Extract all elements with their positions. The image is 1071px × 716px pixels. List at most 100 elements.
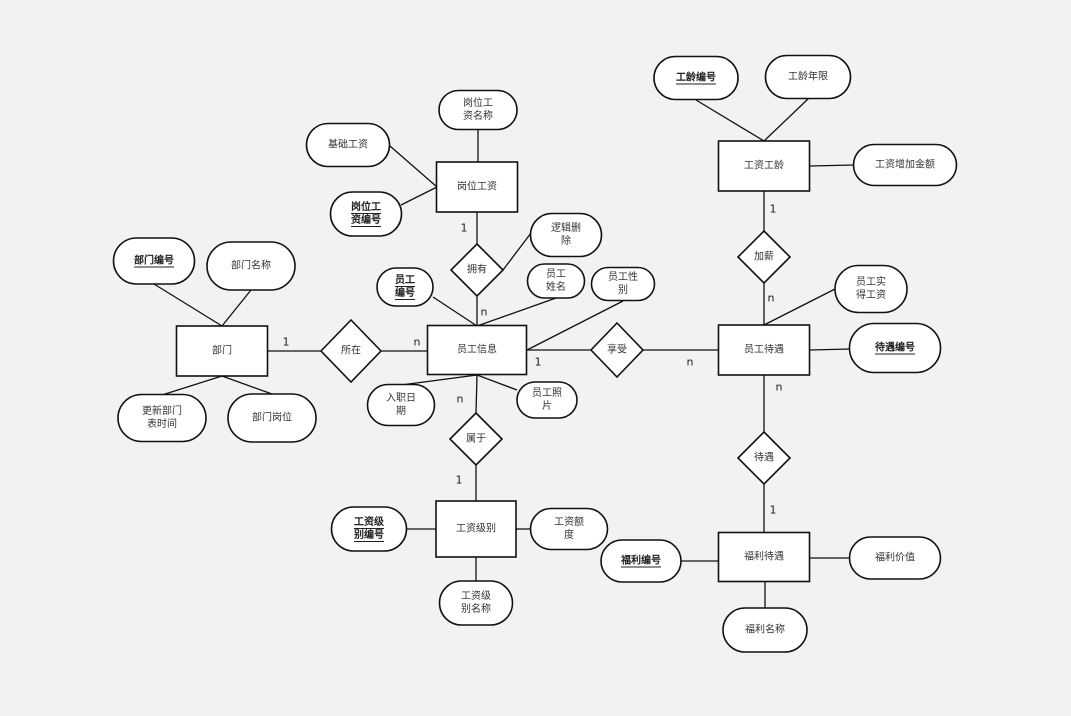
node-label: 工资级 <box>461 590 491 602</box>
connector-line <box>809 164 855 167</box>
connector-line <box>389 145 438 188</box>
node-label: 别名称 <box>461 602 491 615</box>
attribute-a17[interactable]: 员工实得工资 <box>834 264 908 314</box>
node-label: 更新部门 <box>142 404 182 417</box>
node-label: 除 <box>561 234 571 247</box>
attribute-a12[interactable]: 入职日期 <box>366 383 436 427</box>
attribute-a5[interactable]: 岗位工资名称 <box>438 89 518 131</box>
node-label: 工龄年限 <box>788 70 828 83</box>
attribute-pill <box>376 267 434 307</box>
attribute-a4[interactable]: 部门岗位 <box>227 393 317 443</box>
relationship-r_in[interactable]: 所在 <box>319 318 383 384</box>
connector-line <box>161 375 223 396</box>
cardinality-label: n <box>768 292 775 305</box>
node-label: 部门岗位 <box>252 411 292 424</box>
attribute-pill <box>329 191 403 237</box>
cardinality-label: 1 <box>283 336 290 349</box>
attribute-a10[interactable]: 员工姓名 <box>526 263 586 299</box>
attribute-pill <box>438 580 514 626</box>
relationship-r_belong[interactable]: 属于 <box>448 411 504 467</box>
attribute-pill <box>366 383 436 427</box>
attribute-pill <box>529 507 609 551</box>
connector-line <box>400 374 478 386</box>
node-label: 员工性 <box>608 270 638 283</box>
node-label: 部门编号 <box>134 254 174 267</box>
node-label: 工资增加金额 <box>875 158 935 171</box>
node-label: 员工实 <box>856 275 886 288</box>
node-label: 福利价值 <box>875 551 915 564</box>
attribute-a16[interactable]: 工资增加金额 <box>852 143 958 187</box>
node-label: 员工 <box>395 274 415 286</box>
attribute-a23[interactable]: 福利价值 <box>848 536 942 580</box>
relationship-r_has[interactable]: 拥有 <box>449 242 505 298</box>
connector-line <box>153 283 223 327</box>
connector-line <box>221 289 252 327</box>
node-label: 工资工龄 <box>744 159 784 172</box>
connector-line <box>763 288 836 326</box>
attribute-a9[interactable]: 员工编号 <box>376 267 434 307</box>
attribute-a3[interactable]: 更新部门表时间 <box>117 393 207 443</box>
node-label: 工资级别 <box>456 523 496 535</box>
attribute-a24[interactable]: 福利名称 <box>722 607 808 653</box>
entity-treat[interactable]: 员工待遇 <box>717 324 811 376</box>
node-label: 福利待遇 <box>744 550 784 563</box>
connector-line <box>221 375 273 395</box>
node-label: 表时间 <box>147 417 177 430</box>
node-label: 工资额 <box>554 515 584 528</box>
entity-welfare[interactable]: 福利待遇 <box>717 531 811 583</box>
attribute-a8[interactable]: 逻辑删除 <box>529 212 603 258</box>
node-label: 待遇 <box>754 451 774 464</box>
connector-line <box>476 374 518 391</box>
node-label: 资编号 <box>351 213 381 226</box>
entity-level[interactable]: 工资级别 <box>435 500 517 558</box>
attribute-a18[interactable]: 待遇编号 <box>848 322 942 374</box>
node-label: 享受 <box>607 343 627 356</box>
entity-postpay[interactable]: 岗位工资 <box>435 161 519 213</box>
relationship-r_raise[interactable]: 加薪 <box>736 229 792 285</box>
attribute-pill <box>330 506 408 552</box>
attribute-a15[interactable]: 工龄年限 <box>764 54 852 100</box>
node-label: 姓名 <box>546 280 566 293</box>
attribute-a22[interactable]: 福利编号 <box>600 539 682 583</box>
relationship-r_enjoy[interactable]: 享受 <box>589 321 645 379</box>
node-label: 所在 <box>341 345 361 357</box>
node-label: 得工资 <box>856 289 886 301</box>
attribute-a19[interactable]: 工资级别编号 <box>330 506 408 552</box>
node-label: 福利名称 <box>745 623 785 636</box>
node-label: 员工待遇 <box>744 343 784 356</box>
connector-line <box>763 98 809 142</box>
node-label: 工龄编号 <box>676 71 716 84</box>
attribute-a20[interactable]: 工资额度 <box>529 507 609 551</box>
node-label: 资名称 <box>463 109 493 122</box>
attribute-a1[interactable]: 部门编号 <box>112 237 196 285</box>
attribute-a2[interactable]: 部门名称 <box>206 241 296 291</box>
cardinality-label: n <box>687 356 694 369</box>
entity-dept[interactable]: 部门 <box>175 325 269 377</box>
entity-seniority[interactable]: 工资工龄 <box>717 140 811 192</box>
node-label: 度 <box>564 528 574 541</box>
node-label: 逻辑删 <box>551 221 581 234</box>
entity-emp[interactable]: 员工信息 <box>426 324 528 376</box>
node-label: 别编号 <box>353 528 384 541</box>
node-label: 片 <box>542 399 552 412</box>
node-label: 岗位工 <box>351 200 381 213</box>
attribute-pill <box>438 89 518 131</box>
attribute-a14[interactable]: 工龄编号 <box>653 55 739 101</box>
node-label: 编号 <box>395 286 415 299</box>
cardinality-label: 1 <box>770 504 777 517</box>
cardinality-label: n <box>481 306 488 319</box>
node-label: 入职日 <box>386 392 416 404</box>
node-label: 拥有 <box>467 263 487 276</box>
node-label: 岗位工 <box>463 96 493 109</box>
attribute-a21[interactable]: 工资级别名称 <box>438 580 514 626</box>
attribute-pill <box>529 212 603 258</box>
attribute-a6[interactable]: 基础工资 <box>305 122 391 168</box>
connector-line <box>476 297 557 327</box>
relationship-r_treat[interactable]: 待遇 <box>736 430 792 486</box>
attribute-a11[interactable]: 员工性别 <box>590 266 656 302</box>
node-label: 员工 <box>546 268 566 280</box>
attribute-pill <box>117 393 207 443</box>
attribute-a13[interactable]: 员工照片 <box>516 381 578 419</box>
node-label: 员工照 <box>532 387 562 399</box>
attribute-a7[interactable]: 岗位工资编号 <box>329 191 403 237</box>
